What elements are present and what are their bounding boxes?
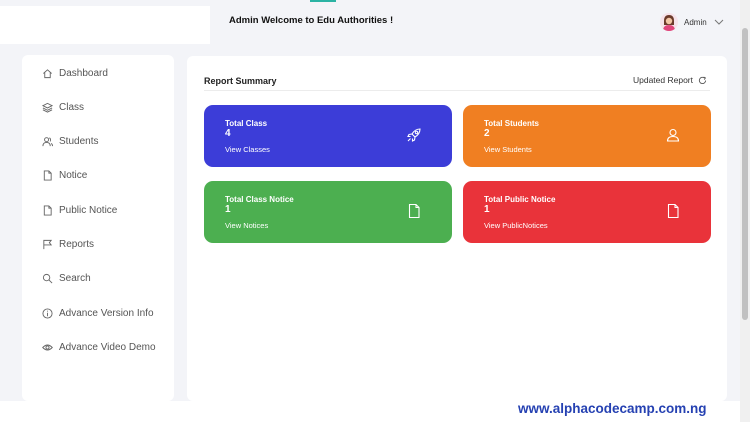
avatar[interactable] xyxy=(660,13,678,31)
card-title: Total Class Notice xyxy=(225,195,294,204)
total-public-notice-card[interactable]: Total Public Notice 1 View PublicNotices xyxy=(463,181,711,243)
sidebar-item-label: Students xyxy=(59,135,99,147)
layers-icon xyxy=(42,102,53,113)
sidebar-item-class[interactable]: Class xyxy=(42,98,84,116)
rocket-icon xyxy=(407,128,421,142)
welcome-text: Admin Welcome to Edu Authorities ! xyxy=(229,15,394,26)
file-icon xyxy=(667,203,679,219)
card-value: 1 xyxy=(225,204,231,215)
user-menu[interactable]: Admin xyxy=(660,12,725,32)
sidebar-item-search[interactable]: Search xyxy=(42,269,91,287)
view-notices-link[interactable]: View Notices xyxy=(225,221,268,230)
search-icon xyxy=(42,273,53,283)
total-students-card[interactable]: Total Students 2 View Students xyxy=(463,105,711,167)
logo-area xyxy=(0,6,210,44)
updated-report-button[interactable]: Updated Report xyxy=(633,75,707,85)
sidebar-item-reports[interactable]: Reports xyxy=(42,235,94,253)
view-public-notices-link[interactable]: View PublicNotices xyxy=(484,221,548,230)
card-value: 4 xyxy=(225,128,231,139)
card-title: Total Students xyxy=(484,119,539,128)
page-title: Report Summary xyxy=(204,76,277,86)
card-title: Total Class xyxy=(225,119,268,128)
sidebar-item-label: Advance Video Demo xyxy=(59,341,156,353)
sidebar-item-label: Class xyxy=(59,101,85,113)
sidebar-item-public-notice[interactable]: Public Notice xyxy=(42,201,117,219)
sidebar-item-label: Search xyxy=(59,272,91,284)
info-icon xyxy=(42,307,53,319)
sidebar-item-dashboard[interactable]: Dashboard xyxy=(42,64,108,82)
report-summary-panel: Report Summary Updated Report Total Clas… xyxy=(187,56,727,401)
eye-icon xyxy=(42,344,53,350)
card-title: Total Public Notice xyxy=(484,195,556,204)
sidebar-item-label: Notice xyxy=(59,169,88,181)
refresh-icon[interactable] xyxy=(698,76,707,85)
accent-line xyxy=(310,0,336,2)
sidebar-item-label: Dashboard xyxy=(59,67,108,79)
file-icon xyxy=(43,204,52,216)
divider xyxy=(204,90,710,91)
sidebar-item-advance-version-info[interactable]: Advance Version Info xyxy=(42,304,154,322)
sidebar-item-label: Public Notice xyxy=(59,204,118,216)
updated-report-label: Updated Report xyxy=(632,75,693,85)
chevron-down-icon[interactable] xyxy=(713,16,725,28)
user-name: Admin xyxy=(684,17,707,27)
sidebar-item-notice[interactable]: Notice xyxy=(42,166,87,184)
user-icon xyxy=(666,128,680,142)
flag-icon xyxy=(43,239,53,249)
card-value: 2 xyxy=(484,128,490,139)
home-icon xyxy=(43,68,52,78)
sidebar-item-label: Advance Version Info xyxy=(59,307,154,319)
top-header: Admin Welcome to Edu Authorities ! Admin xyxy=(0,0,740,44)
total-class-card[interactable]: Total Class 4 View Classes xyxy=(204,105,452,167)
file-icon xyxy=(408,203,420,219)
file-icon xyxy=(43,169,52,181)
sidebar: Dashboard Class Students Notice Public N… xyxy=(22,55,174,401)
sidebar-item-label: Reports xyxy=(59,238,95,250)
total-class-notice-card[interactable]: Total Class Notice 1 View Notices xyxy=(204,181,452,243)
view-students-link[interactable]: View Students xyxy=(484,145,532,154)
card-value: 1 xyxy=(484,204,490,215)
users-icon xyxy=(42,136,53,146)
page-scrollbar[interactable] xyxy=(740,0,750,422)
sidebar-item-students[interactable]: Students xyxy=(42,132,98,150)
scrollbar-thumb[interactable] xyxy=(742,28,748,320)
sidebar-item-advance-video-demo[interactable]: Advance Video Demo xyxy=(42,338,156,356)
watermark-text: www.alphacodecamp.com.ng xyxy=(518,401,707,416)
view-classes-link[interactable]: View Classes xyxy=(225,145,270,154)
